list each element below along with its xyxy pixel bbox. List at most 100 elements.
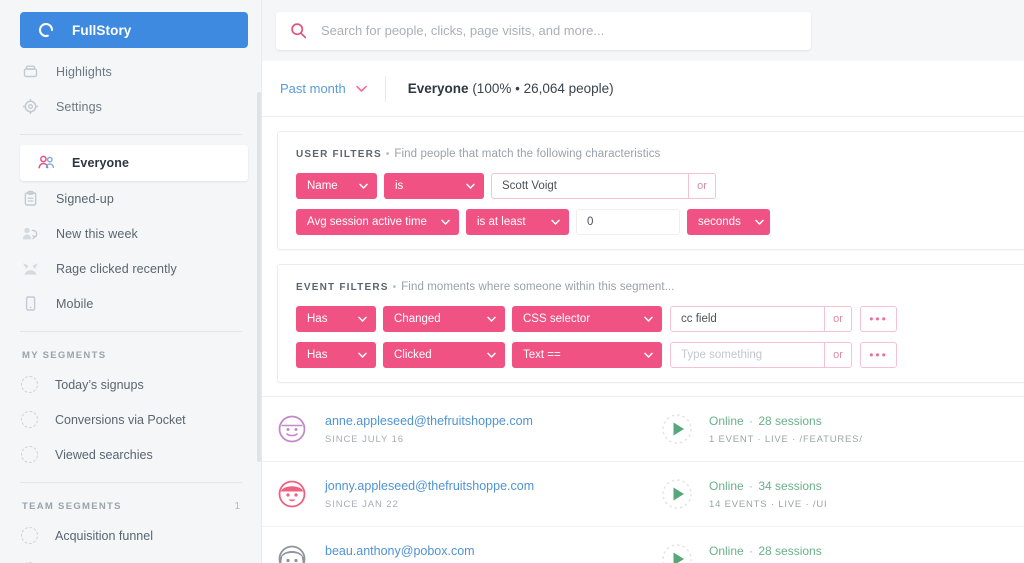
event-filter-value: cc field <box>681 313 717 325</box>
main-content: Search for people, clicks, page visits, … <box>262 0 1024 563</box>
app-root: FullStory Highlights Settings Everyone S… <box>0 0 1024 563</box>
user-filter-value-input[interactable]: 0 <box>576 209 680 235</box>
list-item[interactable]: beau.anthony@pobox.com SINCE JULY 16 Onl… <box>262 527 1024 563</box>
sidebar-item-mobile[interactable]: Mobile <box>0 286 262 321</box>
user-email[interactable]: anne.appleseed@thefruitshoppe.com <box>325 414 655 428</box>
sidebar-item-signed-up[interactable]: Signed-up <box>0 181 262 216</box>
sidebar-item-new-this-week[interactable]: New this week <box>0 216 262 251</box>
user-email[interactable]: beau.anthony@pobox.com <box>325 544 655 558</box>
brand-button[interactable]: FullStory <box>20 12 248 48</box>
list-item[interactable]: jonny.appleseed@thefruitshoppe.com SINCE… <box>262 462 1024 527</box>
event-filter-action-dropdown[interactable]: Clicked <box>383 342 505 368</box>
user-filter-or-button[interactable]: or <box>689 173 716 199</box>
play-icon[interactable] <box>655 476 699 512</box>
event-filter-action-dropdown[interactable]: Changed <box>383 306 505 332</box>
period-selector[interactable]: Past month <box>280 80 367 98</box>
segment-item-label: Today’s signups <box>55 377 144 392</box>
event-filter-value-input[interactable]: cc field <box>670 306 825 332</box>
segment-item-todays-signups[interactable]: Today’s signups <box>0 367 262 402</box>
session-count: 28 sessions <box>758 413 822 428</box>
event-filter-or-button[interactable]: or <box>825 306 852 332</box>
new-user-icon <box>20 224 40 244</box>
sidebar-item-label: New this week <box>56 226 138 241</box>
play-icon[interactable] <box>655 411 699 447</box>
event-filter-or-button[interactable]: or <box>825 342 852 368</box>
list-item-meta: Online · 34 sessions 14 EVENTS · LIVE · … <box>709 479 827 510</box>
search-icon <box>290 22 307 39</box>
event-filter-more-button[interactable]: ••• <box>860 342 897 368</box>
face-avatar-pink-icon <box>277 479 307 509</box>
user-filter-field-dropdown[interactable]: Avg session active time <box>296 209 459 235</box>
my-segments-header: MY SEGMENTS <box>0 342 262 367</box>
dashed-circle-icon <box>21 411 38 428</box>
segment-item-viewed-searchies[interactable]: Viewed searchies <box>0 437 262 472</box>
session-count: 28 sessions <box>758 543 822 558</box>
segment-item-conversions-via-pocket[interactable]: Conversions via Pocket <box>0 402 262 437</box>
user-filter-unit-dropdown[interactable]: seconds <box>687 209 770 235</box>
segment-item-label: Viewed searchies <box>55 447 153 462</box>
user-since: SINCE JULY 16 <box>325 433 404 445</box>
search-input[interactable]: Search for people, clicks, page visits, … <box>276 11 811 50</box>
event-filter-value-input[interactable]: Type something <box>670 342 825 368</box>
user-filters-heading: USER FILTERS • Find people that match the … <box>296 148 1024 160</box>
dropdown-label: Has <box>307 313 328 325</box>
user-filters-panel: USER FILTERS • Find people that match the … <box>277 131 1024 250</box>
fullstory-ring-icon <box>36 20 56 40</box>
segment-title-stats: (100% • 26,064 people) <box>468 81 614 96</box>
dropdown-label: Avg session active time <box>307 216 427 228</box>
segment-title-name: Everyone <box>407 81 469 96</box>
dropdown-label: Changed <box>394 313 441 325</box>
sidebar-item-label: Rage clicked recently <box>56 261 177 276</box>
user-filter-value: 0 <box>587 216 594 228</box>
event-filter-has-dropdown[interactable]: Has <box>296 342 376 368</box>
sidebar-item-settings[interactable]: Settings <box>0 89 262 124</box>
status-text: Online <box>709 478 744 493</box>
sidebar-item-label: Settings <box>56 99 102 114</box>
user-filter-operator-dropdown[interactable]: is <box>384 173 484 199</box>
user-filters-title: USER FILTERS <box>296 149 382 160</box>
sidebar-divider-2 <box>20 331 242 332</box>
dropdown-label: Has <box>307 349 328 361</box>
user-filter-operator-dropdown[interactable]: is at least <box>466 209 569 235</box>
dropdown-label: CSS selector <box>523 313 591 325</box>
play-icon[interactable] <box>655 541 699 563</box>
event-filter-target-dropdown[interactable]: CSS selector <box>512 306 662 332</box>
chevron-down-icon <box>355 80 367 98</box>
sidebar-item-rage-clicked-recently[interactable]: Rage clicked recently <box>0 251 262 286</box>
user-since: SINCE JAN 22 <box>325 498 399 510</box>
user-filter-field-dropdown[interactable]: Name <box>296 173 377 199</box>
segment-item-adwords[interactable]: AdWords <box>0 553 262 563</box>
user-filter-value-input[interactable]: Scott Voigt <box>491 173 689 199</box>
gear-icon <box>20 97 40 117</box>
status-badge: Online · 28 sessions <box>709 543 822 558</box>
list-item[interactable]: anne.appleseed@thefruitshoppe.com SINCE … <box>262 397 1024 462</box>
sidebar-divider-1 <box>20 134 242 135</box>
event-filter-more-button[interactable]: ••• <box>860 306 897 332</box>
dashed-circle-icon <box>21 446 38 463</box>
sidebar-item-everyone[interactable]: Everyone <box>20 145 248 181</box>
heading-dot: • <box>392 282 397 293</box>
session-count: 34 sessions <box>758 478 822 493</box>
sidebar-item-label: Signed-up <box>56 191 114 206</box>
sidebar-item-highlights[interactable]: Highlights <box>0 54 262 89</box>
user-filter-row: Name is Scott Voigt or <box>296 173 1024 199</box>
list-item-meta: Online · 28 sessions 1 EVENT · LIVE · /F… <box>709 544 863 563</box>
dropdown-label: Clicked <box>394 349 432 361</box>
segment-title: Everyone (100% • 26,064 people) <box>408 81 614 96</box>
status-text: Online <box>709 543 744 558</box>
period-label: Past month <box>280 81 346 96</box>
my-segments-title: MY SEGMENTS <box>22 350 107 361</box>
list-item-main: anne.appleseed@thefruitshoppe.com SINCE … <box>325 414 655 445</box>
heading-dot: • <box>385 149 390 160</box>
segment-item-acquisition-funnel[interactable]: Acquisition funnel <box>0 518 262 553</box>
sidebar-scrollbar[interactable] <box>257 92 261 462</box>
event-filters-description: Find moments where someone within this s… <box>401 281 675 293</box>
events-line: 14 EVENTS · LIVE · /UI <box>709 498 828 510</box>
user-email[interactable]: jonny.appleseed@thefruitshoppe.com <box>325 479 655 493</box>
status-badge: Online · 28 sessions <box>709 413 822 428</box>
brand-label: FullStory <box>72 22 132 38</box>
results-list: anne.appleseed@thefruitshoppe.com SINCE … <box>262 396 1024 563</box>
event-filter-target-dropdown[interactable]: Text == <box>512 342 662 368</box>
highlights-box-icon <box>20 62 40 82</box>
event-filter-has-dropdown[interactable]: Has <box>296 306 376 332</box>
